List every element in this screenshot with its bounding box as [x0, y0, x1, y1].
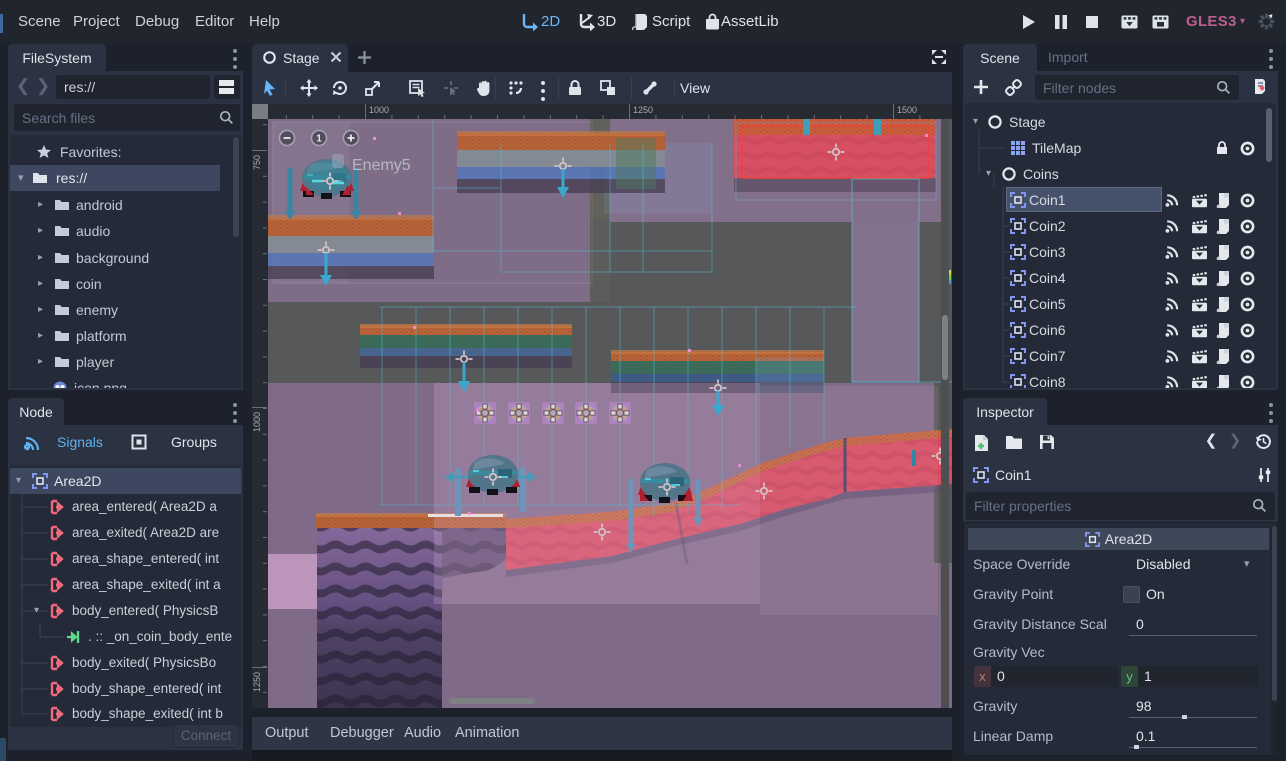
svg-text:750: 750 — [252, 155, 262, 170]
svg-text:1000: 1000 — [369, 105, 389, 115]
svg-text:1000: 1000 — [252, 412, 262, 432]
svg-text:1500: 1500 — [897, 105, 917, 115]
svg-text:1250: 1250 — [252, 672, 262, 692]
svg-text:1250: 1250 — [633, 105, 653, 115]
svg-text:Enemy5: Enemy5 — [352, 157, 411, 174]
svg-text:1: 1 — [316, 134, 322, 145]
